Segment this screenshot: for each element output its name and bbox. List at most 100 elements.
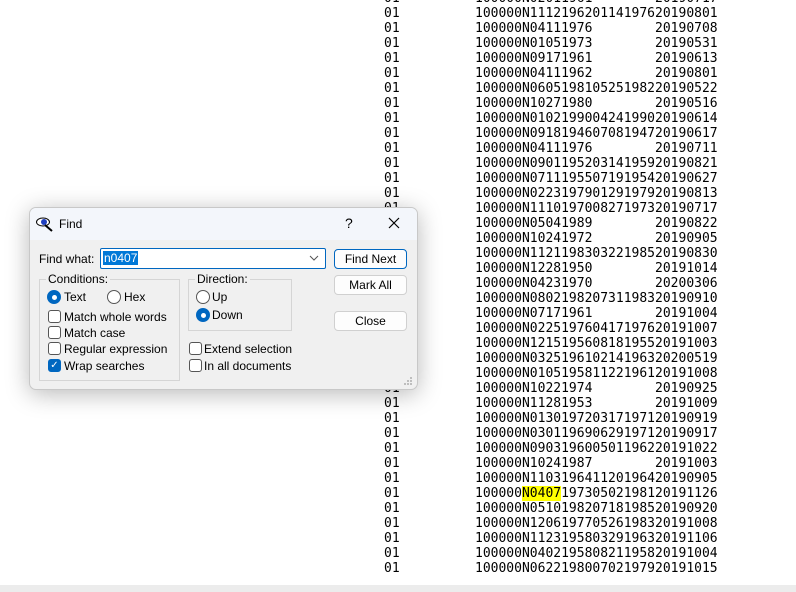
text-line[interactable]: 01 100000N111219620114197620190801	[384, 6, 718, 21]
line-code: 01	[384, 81, 400, 96]
line-data: 100000N04231970 20200306	[475, 276, 718, 291]
text-line[interactable]: 01 100000N11281953 20191009	[384, 396, 718, 411]
line-data: 100000N010219900424199020190614	[475, 111, 718, 126]
line-data: 100000N112319580329196320191106	[475, 531, 718, 546]
mark-all-button[interactable]: Mark All	[334, 275, 407, 295]
text-radio[interactable]	[47, 290, 61, 304]
close-icon[interactable]	[388, 217, 400, 229]
in-all-documents-checkbox[interactable]	[189, 359, 202, 372]
match-whole-words-label: Match whole words	[64, 310, 167, 324]
line-data: 100000N111019700827197320190717	[475, 201, 718, 216]
hex-radio-label: Hex	[124, 290, 146, 304]
find-eye-magnifier-icon	[36, 217, 53, 232]
line-data: 100000N10241972 20190905	[475, 231, 718, 246]
chevron-down-icon[interactable]	[309, 255, 319, 262]
text-line[interactable]: 01 100000N022319790129197920190813	[384, 186, 718, 201]
text-line[interactable]: 01 100000N040719730502198120191126	[384, 486, 718, 501]
line-data: 100000N120619770526198320191008	[475, 516, 718, 531]
line-data: 100000N11281953 20191009	[475, 396, 718, 411]
text-line[interactable]: 01 100000N010219900424199020190614	[384, 111, 718, 126]
line-data: 100000N013019720317197120190919	[475, 411, 718, 426]
line-code: 01	[384, 561, 400, 576]
direction-group: Direction: Up Down	[188, 272, 292, 331]
line-code: 01	[384, 126, 400, 141]
text-line[interactable]: 01 100000N04111976 20190711	[384, 141, 718, 156]
find-what-input[interactable]: n0407	[100, 248, 326, 269]
text-line[interactable]: 01 100000N120619770526198320191008	[384, 516, 718, 531]
resize-grip-icon[interactable]	[403, 376, 413, 386]
text-line[interactable]: 01 100000N10271980 20190516	[384, 96, 718, 111]
text-line[interactable]: 01 100000N04111962 20190801	[384, 66, 718, 81]
text-line[interactable]: 01 100000N071119550719195420190627	[384, 171, 718, 186]
text-line[interactable]: 01 100000N04111976 20190708	[384, 21, 718, 36]
line-data: 100000N10271980 20190516	[475, 96, 718, 111]
down-radio[interactable]	[196, 308, 210, 322]
line-data: 100000N121519560818195520191003	[475, 336, 718, 351]
conditions-label: Conditions:	[46, 272, 111, 286]
down-radio-label: Down	[212, 308, 243, 322]
line-code: 01	[384, 396, 400, 411]
close-button[interactable]: Close	[334, 311, 407, 331]
text-line[interactable]: 01 100000N110319641120196420190905	[384, 471, 718, 486]
up-radio[interactable]	[196, 290, 210, 304]
text-line[interactable]: 01 100000N060519810525198220190522	[384, 81, 718, 96]
find-what-label: Find what:	[39, 252, 95, 266]
line-data: 100000N090319600501196220191022	[475, 441, 718, 456]
wrap-searches-checkbox[interactable]: ✓	[48, 359, 61, 372]
line-code: 01	[384, 426, 400, 441]
line-code: 01	[384, 66, 400, 81]
conditions-group: Conditions: Text Hex Match whole words M…	[39, 272, 180, 381]
line-data: 100000N111219620114197620190801	[475, 6, 718, 21]
line-data: 100000N022319790129197920190813	[475, 186, 718, 201]
line-code: 01	[384, 186, 400, 201]
find-dialog: Find ? Find what: n0407 Find Next Mark A…	[29, 207, 418, 390]
text-line[interactable]: 01 100000N062219800702197920191015	[384, 561, 718, 576]
direction-label: Direction:	[195, 272, 250, 286]
line-data: 100000N112119830322198520190830	[475, 246, 718, 261]
text-line[interactable]: 01 100000N091819460708194720190617	[384, 126, 718, 141]
text-line[interactable]: 01 100000N040219580821195820191004	[384, 546, 718, 561]
text-line[interactable]: 01 100000N10241987 20191003	[384, 456, 718, 471]
line-data: 100000N060519810525198220190522	[475, 81, 718, 96]
in-all-documents-label: In all documents	[204, 359, 292, 373]
text-line[interactable]: 01 100000N013019720317197120190919	[384, 411, 718, 426]
extend-selection-checkbox[interactable]	[189, 342, 202, 355]
line-code: 01	[384, 171, 400, 186]
line-code: 01	[384, 516, 400, 531]
find-what-value: n0407	[103, 251, 139, 265]
line-code: 01	[384, 51, 400, 66]
text-radio-label: Text	[64, 290, 87, 304]
match-case-checkbox[interactable]	[48, 326, 61, 339]
line-data: 100000N032519610214196320200519	[475, 351, 718, 366]
match-case-label: Match case	[64, 326, 126, 340]
text-line[interactable]: 01 100000N030119690629197120190917	[384, 426, 718, 441]
line-code: 01	[384, 141, 400, 156]
line-code: 01	[384, 156, 400, 171]
dialog-titlebar[interactable]: Find ?	[30, 208, 417, 240]
line-data: 100000N040219580821195820191004	[475, 546, 718, 561]
match-whole-words-checkbox[interactable]	[48, 310, 61, 323]
line-data: 100000N080219820731198320190910	[475, 291, 718, 306]
regular-expression-checkbox[interactable]	[48, 342, 61, 355]
line-code: 01	[384, 456, 400, 471]
text-line[interactable]: 01 100000N112319580329196320191106	[384, 531, 718, 546]
text-line[interactable]: 01 100000N051019820718198520190920	[384, 501, 718, 516]
up-radio-label: Up	[212, 290, 228, 304]
line-data: 100000N110319641120196420190905	[475, 471, 718, 486]
text-line[interactable]: 01 100000N09171961 20190613	[384, 51, 718, 66]
line-code: 01	[384, 486, 400, 501]
horizontal-scrollbar[interactable]	[0, 585, 796, 592]
line-code: 01	[384, 531, 400, 546]
line-code: 01	[384, 546, 400, 561]
text-line[interactable]: 01 100000N01051973 20190531	[384, 36, 718, 51]
line-data: 100000N05041989 20190822	[475, 216, 718, 231]
text-line[interactable]: 01 100000N090319600501196220191022	[384, 441, 718, 456]
line-code: 01	[384, 111, 400, 126]
text-line[interactable]: 01 100000N090119520314195920190821	[384, 156, 718, 171]
line-data: 100000N04111962 20190801	[475, 66, 718, 81]
line-data: 100000N062219800702197920191015	[475, 561, 718, 576]
hex-radio[interactable]	[107, 290, 121, 304]
find-next-button[interactable]: Find Next	[334, 249, 407, 269]
line-data: 100000N090119520314195920190821	[475, 156, 718, 171]
help-button[interactable]: ?	[345, 215, 353, 231]
